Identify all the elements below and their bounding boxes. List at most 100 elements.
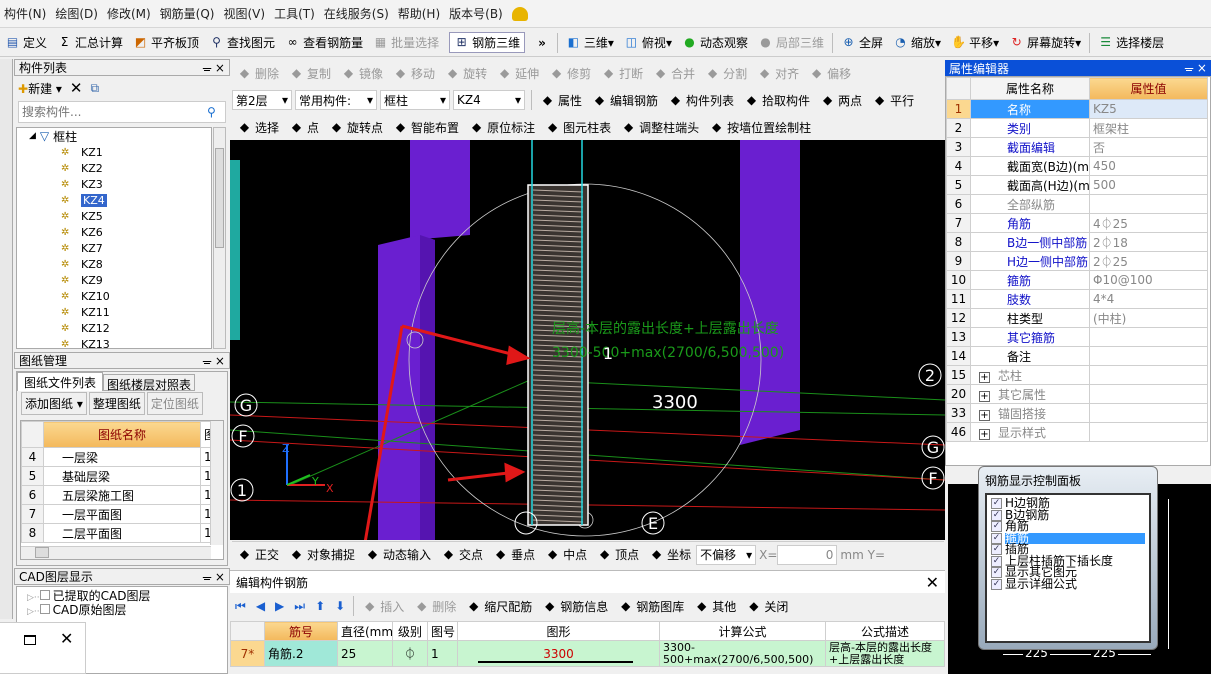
toolbar-button[interactable]: ◆ 延伸 bbox=[497, 65, 539, 82]
property-row[interactable]: 9 H边一侧中部筋 2⏀25 bbox=[946, 251, 1208, 271]
expand-icon[interactable]: ◢ bbox=[29, 131, 36, 141]
formula-cell[interactable]: 3300-500+max(2700/6,500,500) bbox=[659, 640, 826, 667]
property-row[interactable]: 15 + 芯柱 bbox=[946, 365, 1208, 385]
fullscreen-button[interactable]: ⊕ 全屏 bbox=[841, 34, 883, 51]
toolbar-button[interactable]: ◆ 编辑钢筋 bbox=[592, 92, 658, 109]
expand-icon[interactable]: + bbox=[979, 428, 990, 440]
property-row[interactable]: 4截面宽(B边)(mm)450 bbox=[946, 156, 1208, 176]
copy-icon[interactable]: ⧉ bbox=[91, 81, 100, 96]
toolbar-button[interactable]: ◆ 智能布置 bbox=[393, 119, 459, 136]
3d-view-button[interactable]: ◧ 三维 ▾ bbox=[566, 34, 614, 51]
collapsed-panel-strip[interactable] bbox=[0, 59, 13, 619]
toolbar-button[interactable]: ◆ 复制 bbox=[289, 65, 331, 82]
toolbar-button[interactable]: ◆ 对齐 bbox=[757, 65, 799, 82]
tree-item[interactable]: ✲ KZ8 bbox=[17, 256, 211, 272]
pin-close-icons[interactable]: ᚚ × bbox=[203, 570, 225, 584]
find-element-button[interactable]: ⚲ 查找图元 bbox=[209, 34, 275, 51]
toolbar-button[interactable]: ◆ 两点 bbox=[820, 92, 862, 109]
toolbar-button[interactable]: ◆ 删除 bbox=[237, 65, 279, 82]
organize-drawing-button[interactable]: 整理图纸 bbox=[88, 391, 145, 415]
tab-drawing-files[interactable]: 图纸文件列表 bbox=[17, 372, 104, 391]
partial-3d-button[interactable]: ● 局部三维 bbox=[758, 34, 824, 51]
tree-item[interactable]: ✲ KZ4 bbox=[17, 192, 211, 208]
rebar-3d-button[interactable]: ⊞ 钢筋三维 bbox=[449, 32, 526, 53]
tree-item[interactable]: ✲ KZ5 bbox=[17, 208, 211, 224]
tree-item[interactable]: ✲ KZ10 bbox=[17, 288, 211, 304]
pin-close-icons[interactable]: ᚚ × bbox=[203, 354, 225, 368]
move-down-icon[interactable]: ⬇ bbox=[335, 599, 345, 613]
toolbar-button[interactable]: ◆ 平行 bbox=[872, 92, 914, 109]
menu-tools[interactable]: 工具(T) bbox=[274, 5, 315, 22]
toolbar-button[interactable]: ◆ 移动 bbox=[393, 65, 435, 82]
toolbar-button[interactable]: ◆ 其他 bbox=[694, 598, 736, 615]
user-helmet-icon[interactable] bbox=[511, 6, 528, 21]
toolbar-button[interactable]: ◆ 图元柱表 bbox=[545, 119, 611, 136]
menu-online[interactable]: 在线服务(S) bbox=[324, 5, 389, 22]
rebar-display-checkbox[interactable]: ✓ 显示详细公式 bbox=[991, 578, 1145, 591]
x-offset-input[interactable]: 0 bbox=[777, 544, 838, 565]
expand-icon[interactable]: + bbox=[979, 390, 990, 402]
view-rebar-qty-button[interactable]: ∞ 查看钢筋量 bbox=[285, 34, 364, 51]
tree-root[interactable]: ◢ ▽ 框柱 bbox=[17, 128, 211, 144]
toolbar-button[interactable]: ◆ 拾取构件 bbox=[744, 92, 810, 109]
table-row[interactable]: 8二层平面图1 bbox=[21, 523, 211, 543]
figure-no-cell[interactable]: 1 bbox=[427, 640, 458, 667]
offset-select[interactable]: 不偏移 ▾ bbox=[696, 544, 757, 565]
toolbar-button[interactable]: ◆ 中点 bbox=[545, 546, 587, 563]
toolbar-button[interactable]: ◆ 镜像 bbox=[341, 65, 383, 82]
property-row[interactable]: 2 类别 框架柱 bbox=[946, 118, 1208, 138]
search-input[interactable] bbox=[19, 103, 207, 121]
expand-icon[interactable]: + bbox=[979, 409, 990, 421]
checkbox[interactable] bbox=[39, 604, 50, 614]
toolbar-button[interactable]: ◆ 动态输入 bbox=[365, 546, 431, 563]
toolbar-button[interactable]: ◆ 关闭 bbox=[746, 598, 788, 615]
toolbar-button[interactable]: ◆ 交点 bbox=[441, 546, 483, 563]
property-row[interactable]: 10 箍筋 Φ10@100 bbox=[946, 270, 1208, 290]
toolbar-button[interactable]: ◆ 分割 bbox=[705, 65, 747, 82]
new-button[interactable]: ✚新建 ▾ bbox=[18, 80, 62, 97]
add-drawing-button[interactable]: 添加图纸 ▾ bbox=[21, 391, 87, 415]
pin-close-icons[interactable]: ᚚ × bbox=[203, 61, 225, 75]
last-record-icon[interactable]: ⏭ bbox=[294, 599, 305, 614]
toolbar-button[interactable]: ◆ 调整柱端头 bbox=[621, 119, 699, 136]
toolbar-button[interactable]: ◆ 垂点 bbox=[493, 546, 535, 563]
toolbar-button[interactable]: ◆ 旋转 bbox=[445, 65, 487, 82]
tree-item[interactable]: ✲ KZ7 bbox=[17, 240, 211, 256]
toolbar-button[interactable]: ◆ 构件列表 bbox=[668, 92, 734, 109]
locate-drawing-button[interactable]: 定位图纸 bbox=[146, 391, 203, 415]
shape-cell[interactable]: 3300 bbox=[457, 640, 660, 667]
grade-cell[interactable]: ⏀ bbox=[392, 640, 428, 667]
expand-icon[interactable]: + bbox=[979, 371, 990, 383]
toolbar-button[interactable]: ◆ 钢筋信息 bbox=[542, 598, 608, 615]
cad-layer-extracted[interactable]: ▷·· 已提取的CAD图层 bbox=[27, 589, 217, 603]
toolbar-button[interactable]: ◆ 原位标注 bbox=[469, 119, 535, 136]
rebar-name-cell[interactable]: 角筋.2 bbox=[264, 640, 338, 667]
property-row[interactable]: 12 柱类型 (中柱) bbox=[946, 308, 1208, 328]
drawing-table-scrollbar[interactable] bbox=[210, 421, 223, 545]
align-slab-top-button[interactable]: ◩ 平齐板顶 bbox=[133, 34, 199, 51]
toolbar-button[interactable]: ◆ 缩尺配筋 bbox=[466, 598, 532, 615]
orbit-button[interactable]: ● 动态观察 bbox=[682, 34, 748, 51]
property-row[interactable]: 3 截面编辑否 bbox=[946, 137, 1208, 157]
property-row[interactable]: 33 + 锚固搭接 bbox=[946, 403, 1208, 423]
screen-rotate-button[interactable]: ↻ 屏幕旋转 ▾ bbox=[1009, 34, 1082, 51]
maximize-icon[interactable] bbox=[24, 635, 36, 645]
close-icon[interactable]: ✕ bbox=[60, 629, 73, 648]
pin-close-icons[interactable]: ᚚ × bbox=[1185, 61, 1207, 75]
property-row[interactable]: 7 角筋 4⏀25 bbox=[946, 213, 1208, 233]
tree-item[interactable]: ✲ KZ9 bbox=[17, 272, 211, 288]
drawing-table-hscrollbar[interactable] bbox=[21, 546, 211, 559]
property-row[interactable]: 6 全部纵筋 bbox=[946, 194, 1208, 214]
property-row[interactable]: 13 其它箍筋 bbox=[946, 327, 1208, 347]
table-row[interactable]: 7* 角筋.2 25 ⏀ 1 3300 3300-500+max(2700/6,… bbox=[230, 640, 945, 667]
property-row[interactable]: 20 + 其它属性 bbox=[946, 384, 1208, 404]
tree-item[interactable]: ✲ KZ1 bbox=[17, 144, 211, 160]
menu-rebar[interactable]: 钢筋量(Q) bbox=[160, 5, 215, 22]
next-icon[interactable]: ▶ bbox=[275, 599, 284, 613]
pan-button[interactable]: ✋ 平移 ▾ bbox=[951, 34, 999, 51]
description-cell[interactable]: 层高-本层的露出长度+上层露出长度 bbox=[825, 640, 945, 667]
toolbar-button[interactable]: ◆ 对象捕捉 bbox=[289, 546, 355, 563]
toolbar-button[interactable]: ◆ 坐标 bbox=[649, 546, 691, 563]
toolbar-button[interactable]: ◆ 按墙位置绘制柱 bbox=[709, 119, 811, 136]
menu-component[interactable]: 构件(N) bbox=[4, 5, 46, 22]
